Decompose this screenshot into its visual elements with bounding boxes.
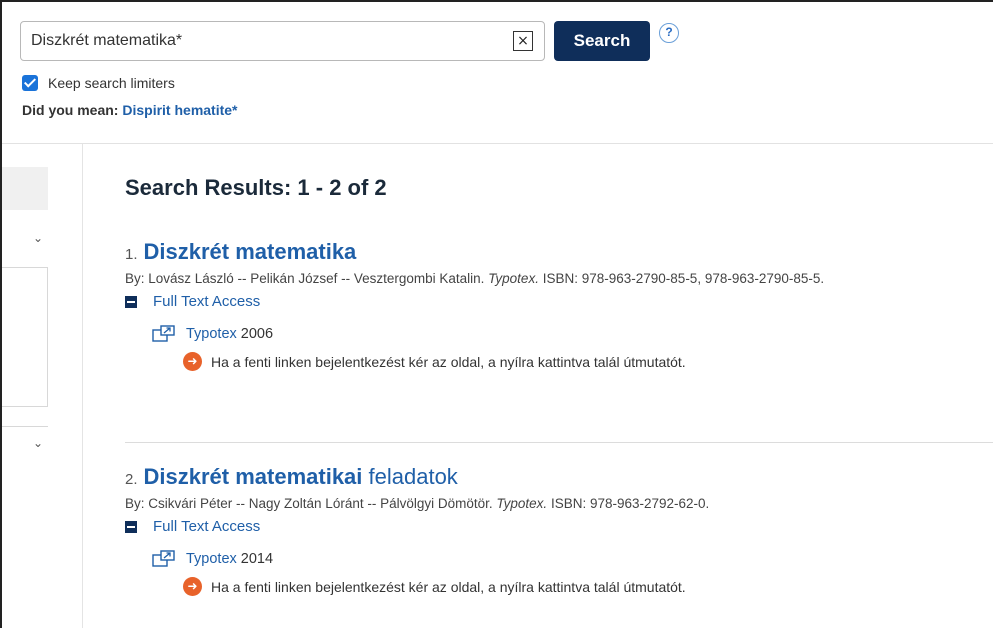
link-year: 2014 xyxy=(240,550,274,567)
full-text-access-label[interactable]: Full Text Access xyxy=(153,293,260,310)
result-title: 1. Diszkrét matematika xyxy=(125,239,993,265)
result-publisher: Typotex. xyxy=(496,496,548,511)
result-item: 1. Diszkrét matematika By: Lovász László … xyxy=(125,239,993,371)
result-publisher: Typotex. xyxy=(488,271,539,286)
help-note-row: ➜ Ha a fenti linken bejelentkezést kér a… xyxy=(183,577,993,596)
full-text-link-row: Typotex 2006 xyxy=(152,325,993,342)
result-isbn: ISBN: 978-963-2792-62-0. xyxy=(550,496,710,511)
help-note-text: Ha a fenti linken bejelentkezést kér az … xyxy=(211,353,686,370)
header-divider xyxy=(2,143,993,144)
arrow-right-icon[interactable]: ➜ xyxy=(183,577,202,596)
result-number: 2. xyxy=(125,471,138,488)
result-number: 1. xyxy=(125,246,138,263)
collapse-icon[interactable] xyxy=(125,520,137,533)
keep-limiters-checkbox[interactable] xyxy=(22,75,38,91)
sidebar-header-bar xyxy=(2,167,48,210)
clear-search-button[interactable]: × xyxy=(513,31,533,51)
chevron-down-icon[interactable]: ⌄ xyxy=(33,436,43,450)
help-note-row: ➜ Ha a fenti linken bejelentkezést kér a… xyxy=(183,352,993,371)
help-note-text: Ha a fenti linken bejelentkezést kér az … xyxy=(211,578,686,595)
result-title-link[interactable]: Diszkrét matematika xyxy=(144,239,357,264)
external-link-icon xyxy=(152,550,175,567)
result-title-link[interactable]: Diszkrét matematikai xyxy=(144,464,363,489)
link-year: 2006 xyxy=(240,325,274,342)
full-text-access-toggle[interactable]: Full Text Access xyxy=(125,293,993,310)
result-isbn: ISBN: 978-963-2790-85-5, 978-963-2790-85… xyxy=(542,271,825,286)
collapse-icon[interactable] xyxy=(125,295,137,308)
search-input[interactable] xyxy=(31,22,501,60)
did-you-mean-suggestion-link[interactable]: Dispirit hematite* xyxy=(122,102,237,118)
arrow-right-icon[interactable]: ➜ xyxy=(183,352,202,371)
full-text-access-label[interactable]: Full Text Access xyxy=(153,518,260,535)
full-text-link-row: Typotex 2014 xyxy=(152,550,993,567)
external-link-icon xyxy=(152,325,175,342)
chevron-down-icon[interactable]: ⌄ xyxy=(33,231,43,245)
result-title-rest[interactable]: feladatok xyxy=(362,464,458,489)
typotex-link[interactable]: Typotex xyxy=(186,326,237,342)
result-separator xyxy=(125,442,993,443)
keep-limiters-label: Keep search limiters xyxy=(48,75,175,91)
did-you-mean-prefix: Did you mean: xyxy=(22,102,119,118)
did-you-mean: Did you mean: Dispirit hematite* xyxy=(22,102,238,118)
result-authors: By: Csikvári Péter -- Nagy Zoltán Lóránt… xyxy=(125,496,493,511)
result-item: 2. Diszkrét matematikai feladatok By: Csi… xyxy=(125,464,993,596)
keep-limiters-row[interactable]: Keep search limiters xyxy=(22,75,175,91)
result-byline: By: Csikvári Péter -- Nagy Zoltán Lóránt… xyxy=(125,496,993,511)
sidebar-border xyxy=(82,144,83,628)
full-text-access-toggle[interactable]: Full Text Access xyxy=(125,518,993,535)
result-title: 2. Diszkrét matematikai feladatok xyxy=(125,464,993,490)
help-icon[interactable]: ? xyxy=(659,23,679,43)
page-frame: × Search ? Keep search limiters Did you … xyxy=(0,0,993,628)
results-heading: Search Results: 1 - 2 of 2 xyxy=(125,175,387,200)
typotex-link[interactable]: Typotex xyxy=(186,551,237,567)
search-box: × xyxy=(20,21,545,61)
search-button[interactable]: Search xyxy=(554,21,650,61)
sidebar-divider-line xyxy=(2,426,48,427)
result-byline: By: Lovász László -- Pelikán József -- V… xyxy=(125,271,993,286)
result-authors: By: Lovász László -- Pelikán József -- V… xyxy=(125,271,485,286)
sidebar-panel xyxy=(2,267,48,407)
